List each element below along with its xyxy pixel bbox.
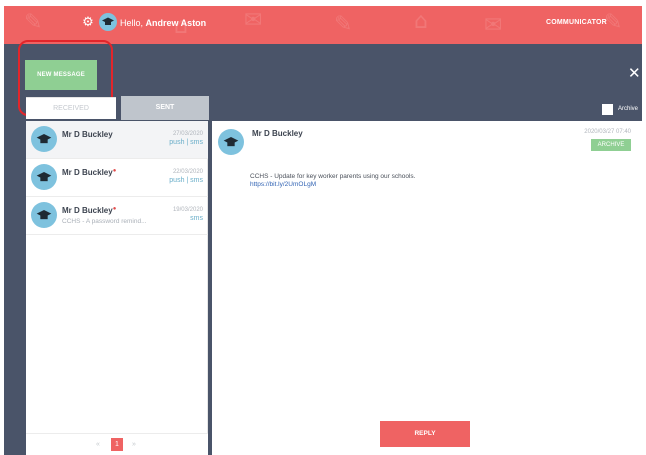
message-date: 22/03/2020	[172, 169, 203, 175]
reply-button[interactable]: REPLY	[380, 421, 470, 447]
pagination: « 1 »	[26, 433, 208, 455]
list-item[interactable]: Mr D Buckley● 22/03/2020 push | sms	[26, 159, 208, 197]
greeting: Hello, Andrew Aston	[120, 18, 207, 28]
message-sender: Mr D Buckley●	[62, 168, 117, 177]
watermark-icon: ✎	[334, 12, 353, 37]
prev-page-button[interactable]: «	[96, 441, 100, 448]
user-avatar[interactable]	[99, 13, 117, 31]
message-date: 19/03/2020	[172, 207, 203, 213]
archive-checkbox[interactable]	[602, 104, 613, 115]
watermark-icon: ✉	[244, 8, 263, 33]
next-page-button[interactable]: »	[132, 441, 136, 448]
avatar	[31, 164, 57, 190]
message-sender: Mr D Buckley●	[62, 206, 117, 215]
archive-checkbox-label: Archive	[618, 106, 639, 112]
tab-sent[interactable]: SENT	[121, 96, 209, 120]
message-date: 27/03/2020	[172, 131, 203, 137]
detail-date: 2020/03/27 07:40	[584, 129, 631, 135]
graduation-cap-icon	[223, 137, 239, 147]
avatar	[31, 126, 57, 152]
top-bar: ✎ ⌂ ✉ ✎ ⌂ ✉ ✎ ⚙ Hello, Andrew Aston COMM…	[4, 6, 642, 44]
graduation-cap-icon	[36, 134, 52, 144]
graduation-cap-icon	[36, 172, 52, 182]
unread-indicator: ●	[112, 206, 117, 212]
avatar	[218, 129, 244, 155]
avatar	[31, 202, 57, 228]
message-sender: Mr D Buckley	[62, 130, 113, 139]
message-link[interactable]: https://bit.ly/2UmOLgM	[250, 181, 316, 188]
watermark-icon: ✉	[484, 13, 503, 38]
message-body: CCHS - Update for key worker parents usi…	[250, 173, 416, 180]
detail-sender: Mr D Buckley	[252, 129, 303, 138]
unread-indicator: ●	[112, 168, 117, 174]
archive-button[interactable]: ARCHIVE	[591, 139, 631, 151]
message-detail: Mr D Buckley 2020/03/27 07:40 ARCHIVE CC…	[212, 121, 642, 455]
message-list: Mr D Buckley 27/03/2020 push | sms Mr D …	[26, 121, 208, 455]
graduation-cap-icon	[36, 210, 52, 220]
close-icon[interactable]: ✕	[628, 66, 641, 81]
message-channels: sms	[190, 215, 203, 222]
list-item[interactable]: Mr D Buckley 27/03/2020 push | sms	[26, 121, 208, 159]
app-name[interactable]: COMMUNICATOR	[546, 18, 607, 28]
gear-icon[interactable]: ⚙	[81, 16, 95, 30]
message-channels: push | sms	[169, 139, 203, 146]
tab-received[interactable]: RECEIVED	[26, 97, 116, 119]
page-1-button[interactable]: 1	[111, 438, 123, 451]
user-name: Andrew Aston	[145, 18, 207, 28]
list-item[interactable]: Mr D Buckley● CCHS - A password remind..…	[26, 197, 208, 235]
graduation-cap-icon	[102, 17, 114, 25]
message-preview: CCHS - A password remind...	[62, 218, 147, 225]
watermark-icon: ⌂	[414, 9, 428, 34]
message-channels: push | sms	[169, 177, 203, 184]
watermark-icon: ✎	[24, 10, 43, 35]
